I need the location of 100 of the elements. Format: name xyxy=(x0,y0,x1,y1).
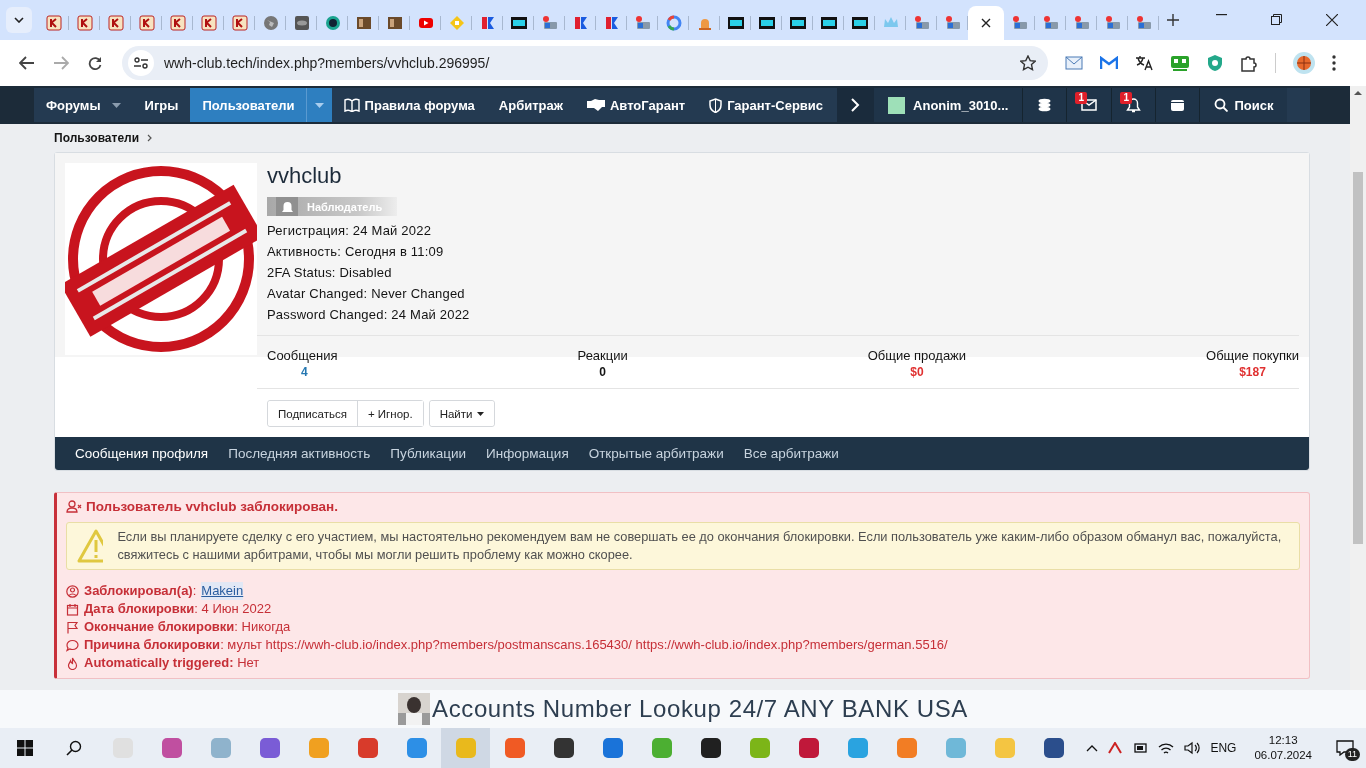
nav-tab[interactable]: Игры xyxy=(132,88,191,122)
chevron-right-icon xyxy=(851,98,861,112)
ban-field: Причина блокировки: мульт https://wwh-club.io/index.php?members/postmanscans.165430/ https://wwh-club.io/index.php?members/german.5516/ xyxy=(84,636,948,654)
globe-icon xyxy=(262,15,279,31)
favicon-icon xyxy=(1073,15,1090,31)
ghost-icon xyxy=(281,200,293,213)
language-indicator[interactable]: ENG xyxy=(1210,741,1237,755)
menu-icon[interactable] xyxy=(1332,55,1336,71)
shield-icon[interactable] xyxy=(1207,54,1223,72)
account-menu[interactable]: Anonim_3010... xyxy=(874,88,1023,122)
address-bar[interactable]: wwh-club.tech/index.php?members/vvhclub.296995/ xyxy=(122,46,1048,80)
site-settings-icon[interactable] xyxy=(134,57,148,69)
tray-app-icon[interactable] xyxy=(1108,742,1123,754)
favicon-icon xyxy=(386,15,403,31)
reload-icon[interactable] xyxy=(88,56,102,70)
inbox-button[interactable]: 1 xyxy=(1066,88,1112,122)
new-tab-icon[interactable] xyxy=(1167,14,1179,26)
favicon-icon xyxy=(107,15,124,31)
profile-tab[interactable]: Все арбитражи xyxy=(733,446,849,461)
favicon-icon xyxy=(1135,15,1152,31)
profile-info-line: Активность: Сегодня в 11:09 xyxy=(267,243,445,261)
favicon-icon xyxy=(293,15,310,31)
puzzle-icon[interactable] xyxy=(1240,54,1258,72)
nav-tab[interactable]: Арбитраж xyxy=(486,88,575,122)
ad-text: Accounts Number Lookup 24/7 ANY BANK USA xyxy=(432,695,968,723)
favicon-icon xyxy=(634,15,651,31)
device-icon[interactable] xyxy=(1170,55,1190,71)
favicon-icon xyxy=(789,15,806,31)
nav-tab[interactable]: Форумы xyxy=(34,88,133,122)
profile-tab[interactable]: Публикации xyxy=(380,446,477,461)
favicon-icon xyxy=(200,15,217,31)
caret-icon xyxy=(111,102,121,108)
favicon-icon xyxy=(820,15,837,31)
caret-icon xyxy=(477,411,485,416)
count-badge: 1 xyxy=(1075,92,1087,104)
favicon-icon xyxy=(851,15,868,31)
breadcrumb-link[interactable]: Пользователи xyxy=(54,131,140,145)
clock[interactable]: 12:13 06.07.2024 xyxy=(1254,733,1312,763)
tab-search-button[interactable] xyxy=(6,7,32,33)
flame-icon xyxy=(66,656,79,670)
wallet-button[interactable] xyxy=(1155,88,1200,122)
m-icon[interactable] xyxy=(1100,56,1118,70)
favicon-icon xyxy=(944,15,961,31)
ban-title: Пользователь vvhclub заблокирован. xyxy=(86,499,339,514)
wifi-icon[interactable] xyxy=(1158,741,1175,755)
scrollbar-thumb[interactable] xyxy=(1353,172,1363,544)
favicon-icon xyxy=(417,15,434,31)
alerts-button[interactable]: 1 xyxy=(1111,88,1156,122)
favicon-icon xyxy=(76,15,93,31)
back-icon[interactable] xyxy=(19,56,35,70)
minimize-icon[interactable] xyxy=(1216,14,1227,16)
profile-tab[interactable]: Открытые арбитражи xyxy=(578,446,734,461)
close-icon[interactable] xyxy=(1326,14,1338,26)
nav-tab[interactable]: Гарант-Сервис xyxy=(697,88,836,122)
nav-tab[interactable]: АвтоГарант xyxy=(574,88,698,122)
stat-value: $187 xyxy=(1239,365,1266,379)
book-icon xyxy=(343,98,360,112)
favicon-icon xyxy=(324,15,341,31)
stat-label: Реакции xyxy=(577,348,628,363)
favicon-icon xyxy=(1042,15,1059,31)
ignore-button[interactable]: + Игнор. xyxy=(356,401,423,426)
search-button[interactable]: Поиск xyxy=(1199,88,1288,122)
ban-field: Окончание блокировки: Никогда xyxy=(84,618,291,636)
favicon-icon xyxy=(665,15,682,31)
notifications-button[interactable]: 11 xyxy=(1330,733,1360,763)
restore-icon[interactable] xyxy=(1271,14,1282,25)
translate-icon[interactable] xyxy=(1135,55,1153,71)
ban-field: Заблокировал(а): xyxy=(84,582,197,600)
role-badge: Наблюдатель xyxy=(267,197,397,216)
nav-tab[interactable]: Правила форума xyxy=(331,88,487,122)
profile-tab[interactable]: Последняя активность xyxy=(218,446,381,461)
favicon-icon xyxy=(1104,15,1121,31)
stat-label: Общие продажи xyxy=(867,348,967,363)
favicon-icon xyxy=(913,15,930,31)
star-icon[interactable] xyxy=(1020,55,1036,71)
warning-text: Если вы планируете сделку с его участием, мы настоятельно рекомендуем вам не совершать ее до окончания блокировки. Если пользователь уже каким-либо образом обманул вас, пожалуйста, свяжитесь с нашими арбитрами, чтобы мы могли решить проблему как можно скорее. xyxy=(117,528,1283,564)
speaker-icon[interactable] xyxy=(1184,741,1201,755)
envelope-icon[interactable] xyxy=(1065,56,1083,70)
scroll-nav-button[interactable] xyxy=(837,88,875,122)
find-button[interactable]: Найти xyxy=(429,401,495,426)
windows-icon xyxy=(16,740,33,756)
search-icon xyxy=(1214,98,1229,112)
profile-tab[interactable]: Информация xyxy=(476,446,579,461)
nav-tab[interactable]: Пользователи xyxy=(190,88,332,122)
chevron-up-icon[interactable] xyxy=(1086,744,1099,752)
profile-info-line: 2FA Status: Disabled xyxy=(267,264,393,282)
stat-label: Сообщения xyxy=(267,348,338,363)
favicon-icon xyxy=(758,15,775,31)
warning-icon xyxy=(77,529,104,563)
favicon-icon xyxy=(572,15,589,31)
ad-banner[interactable]: Accounts Number Lookup 24/7 ANY BANK USA xyxy=(0,690,1366,728)
favicon-icon xyxy=(1011,15,1028,31)
coins-button[interactable] xyxy=(1022,88,1067,122)
profile-tab[interactable]: Сообщения профиля xyxy=(65,446,219,461)
profile-info-line: Avatar Changed: Never Changed xyxy=(267,285,466,303)
profile-avatar-icon[interactable] xyxy=(1293,52,1315,74)
stat-value: 0 xyxy=(599,365,606,379)
close-icon[interactable] xyxy=(981,18,991,28)
user-link[interactable]: Makein xyxy=(201,582,244,600)
battery-icon[interactable] xyxy=(1132,742,1149,754)
